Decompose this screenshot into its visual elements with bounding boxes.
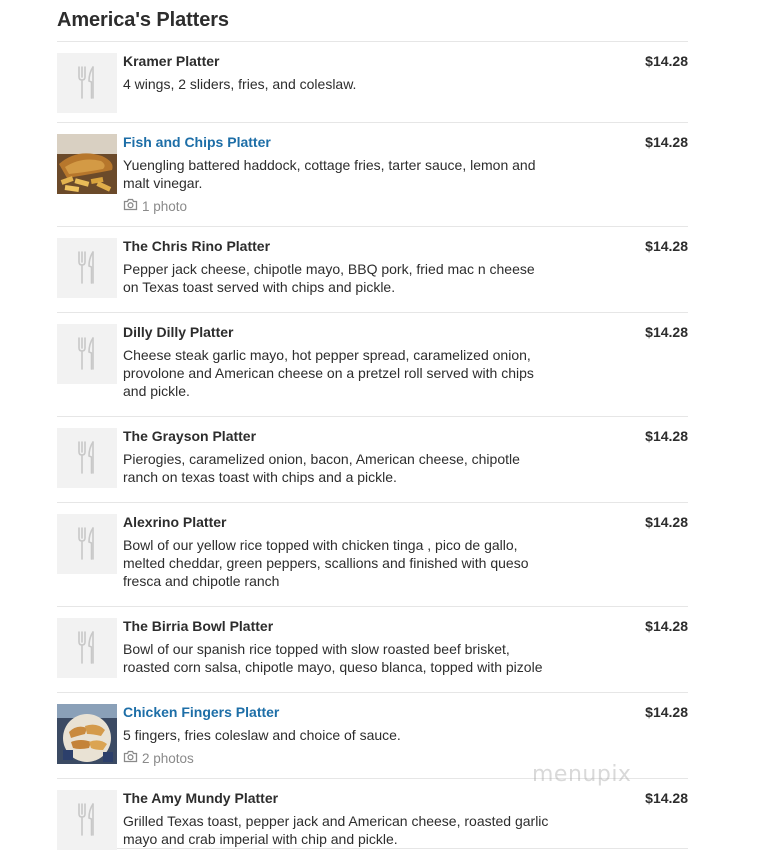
menu-item-info: The Amy Mundy Platter Grilled Texas toast… bbox=[123, 789, 553, 848]
menu-item-info: Chicken Fingers Platter 5 fingers, fries … bbox=[123, 703, 553, 768]
menu-item-info: The Birria Bowl Platter Bowl of our spani… bbox=[123, 617, 553, 676]
menu-item-price: $14.28 bbox=[645, 514, 688, 530]
section-title: America's Platters bbox=[57, 0, 688, 42]
menu-item[interactable]: Fish and Chips Platter Yuengling battered… bbox=[57, 123, 688, 227]
menu-item-name-link[interactable]: Chicken Fingers Platter bbox=[123, 703, 553, 721]
menu-item-name: Dilly Dilly Platter bbox=[123, 324, 234, 340]
menu-item: The Chris Rino Platter Pepper jack cheese… bbox=[57, 227, 688, 313]
photo-count-label: 2 photos bbox=[142, 751, 194, 766]
menu-item-placeholder-image bbox=[57, 238, 117, 298]
menu-item-description: Pierogies, caramelized onion, bacon, Ame… bbox=[123, 451, 520, 485]
menu-item-info: Alexrino Platter Bowl of our yellow rice … bbox=[123, 513, 553, 590]
menu-item-name: The Birria Bowl Platter bbox=[123, 618, 274, 634]
menu-item-info: Kramer Platter 4 wings, 2 sliders, fries,… bbox=[123, 52, 553, 93]
photo-count-link[interactable]: 2 photos bbox=[123, 750, 553, 768]
menu-item-placeholder-image bbox=[57, 790, 117, 850]
menu-item-photo[interactable] bbox=[57, 704, 117, 764]
menu-item-name: The Chris Rino Platter bbox=[123, 238, 271, 254]
menu-item-price: $14.28 bbox=[645, 618, 688, 634]
photo-count-link[interactable]: 1 photo bbox=[123, 198, 553, 216]
menu-item-description: Bowl of our spanish rice topped with slo… bbox=[123, 641, 543, 675]
menu-item-price: $14.28 bbox=[645, 790, 688, 806]
menu-item-description: 4 wings, 2 sliders, fries, and coleslaw. bbox=[123, 76, 357, 92]
menu-item-placeholder-image bbox=[57, 514, 117, 574]
photo-count-label: 1 photo bbox=[142, 199, 188, 214]
fork-knife-icon bbox=[78, 631, 94, 664]
menu-item-description: Yuengling battered haddock, cottage frie… bbox=[123, 157, 536, 191]
menu-item-description: 5 fingers, fries coleslaw and choice of … bbox=[123, 727, 401, 743]
menu-item-description: Bowl of our yellow rice topped with chic… bbox=[123, 537, 529, 589]
menu-item-name: The Grayson Platter bbox=[123, 428, 257, 444]
menu-item-price: $14.28 bbox=[645, 238, 688, 254]
fork-knife-icon bbox=[78, 527, 94, 560]
menu-item-info: Dilly Dilly Platter Cheese steak garlic m… bbox=[123, 323, 553, 400]
menu-item-description: Cheese steak garlic mayo, hot pepper spr… bbox=[123, 347, 534, 399]
fork-knife-icon bbox=[78, 803, 94, 836]
food-photo bbox=[57, 704, 117, 764]
fork-knife-icon bbox=[78, 337, 94, 370]
menu-item-list: Kramer Platter 4 wings, 2 sliders, fries,… bbox=[57, 42, 688, 850]
fork-knife-icon bbox=[78, 441, 94, 474]
menu-item: The Grayson Platter Pierogies, caramelize… bbox=[57, 417, 688, 503]
menu-item-photo[interactable] bbox=[57, 134, 117, 194]
camera-icon bbox=[123, 750, 138, 763]
menu-item-price: $14.28 bbox=[645, 134, 688, 150]
camera-icon bbox=[123, 750, 138, 768]
menu-item-price: $14.28 bbox=[645, 53, 688, 69]
menu-item-placeholder-image bbox=[57, 324, 117, 384]
menu-item-placeholder-image bbox=[57, 618, 117, 678]
watermark: menupix bbox=[532, 762, 632, 787]
camera-icon bbox=[123, 198, 138, 216]
menu-item-description: Grilled Texas toast, pepper jack and Ame… bbox=[123, 813, 549, 847]
menu-item-name-link[interactable]: Fish and Chips Platter bbox=[123, 133, 553, 151]
menu-item: The Amy Mundy Platter Grilled Texas toast… bbox=[57, 779, 688, 850]
camera-icon bbox=[123, 198, 138, 211]
food-photo bbox=[57, 134, 117, 194]
menu-item-info: The Grayson Platter Pierogies, caramelize… bbox=[123, 427, 553, 486]
menu-item-name: The Amy Mundy Platter bbox=[123, 790, 279, 806]
menu-item-price: $14.28 bbox=[645, 324, 688, 340]
menu-item-price: $14.28 bbox=[645, 428, 688, 444]
menu-item-name: Alexrino Platter bbox=[123, 514, 227, 530]
fork-knife-icon bbox=[78, 251, 94, 284]
menu-item-description: Pepper jack cheese, chipotle mayo, BBQ p… bbox=[123, 261, 535, 295]
menu-item-info: Fish and Chips Platter Yuengling battered… bbox=[123, 133, 553, 216]
menu-item-info: The Chris Rino Platter Pepper jack cheese… bbox=[123, 237, 553, 296]
menu-item: Dilly Dilly Platter Cheese steak garlic m… bbox=[57, 313, 688, 417]
menu-item-name: Kramer Platter bbox=[123, 53, 220, 69]
menu-item: Kramer Platter 4 wings, 2 sliders, fries,… bbox=[57, 42, 688, 123]
menu-item: Alexrino Platter Bowl of our yellow rice … bbox=[57, 503, 688, 607]
menu-item-placeholder-image bbox=[57, 428, 117, 488]
menu-item-price: $14.28 bbox=[645, 704, 688, 720]
menu-item: The Birria Bowl Platter Bowl of our spani… bbox=[57, 607, 688, 693]
menu-item-placeholder-image bbox=[57, 53, 117, 113]
fork-knife-icon bbox=[78, 66, 94, 99]
menu-section: America's Platters Kramer Platter 4 wings… bbox=[57, 0, 688, 850]
